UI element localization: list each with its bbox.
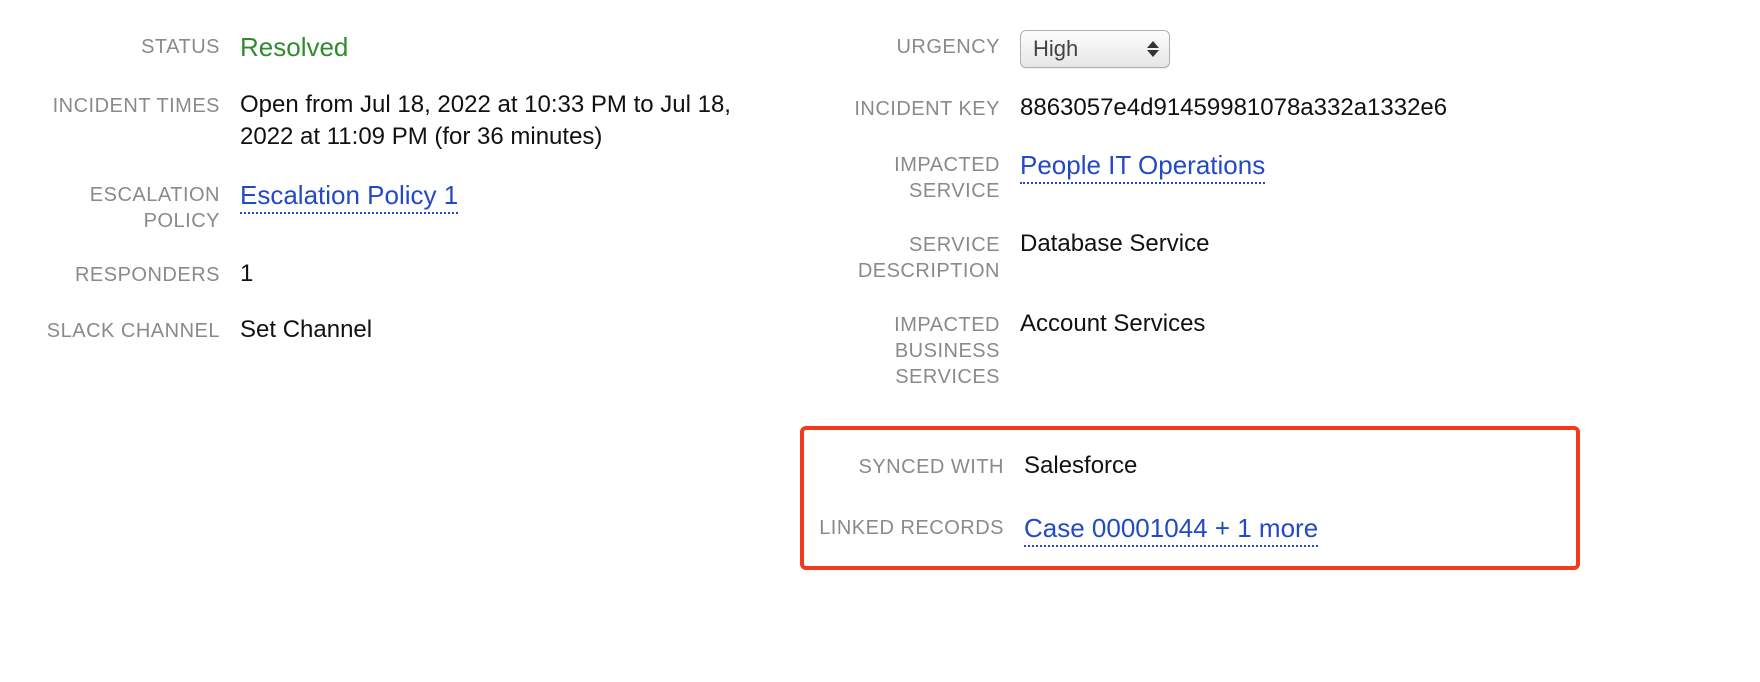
synced-with-row: SYNCED WITH Salesforce [804, 450, 1576, 482]
incident-key-value: 8863057e4d91459981078a332a1332e6 [1020, 92, 1580, 124]
incident-details: STATUS Resolved INCIDENT TIMES Open from… [0, 0, 1760, 600]
incident-times-value: Open from Jul 18, 2022 at 10:33 PM to Ju… [240, 89, 780, 154]
impacted-service-link[interactable]: People IT Operations [1020, 150, 1265, 184]
synced-highlight-box: SYNCED WITH Salesforce LINKED RECORDS Ca… [800, 426, 1580, 570]
incident-times-row: INCIDENT TIMES Open from Jul 18, 2022 at… [20, 89, 800, 154]
impacted-service-row: IMPACTED SERVICE People IT Operations [800, 148, 1580, 204]
responders-row: RESPONDERS 1 [20, 258, 800, 290]
urgency-value-cell: High [1020, 30, 1580, 68]
impacted-business-services-value: Account Services [1020, 308, 1580, 340]
urgency-select-value: High [1033, 34, 1137, 64]
escalation-policy-link[interactable]: Escalation Policy 1 [240, 180, 458, 214]
synced-with-value: Salesforce [1024, 450, 1576, 482]
incident-times-label: INCIDENT TIMES [20, 89, 240, 119]
slack-channel-label: SLACK CHANNEL [20, 314, 240, 344]
linked-records-label: LINKED RECORDS [804, 511, 1024, 541]
left-column: STATUS Resolved INCIDENT TIMES Open from… [20, 30, 800, 570]
slack-channel-row: SLACK CHANNEL Set Channel [20, 314, 800, 346]
status-label: STATUS [20, 30, 240, 60]
urgency-label: URGENCY [800, 30, 1020, 60]
right-column: URGENCY High INCIDENT KEY 8863057e4d9145… [800, 30, 1580, 570]
linked-records-row: LINKED RECORDS Case 00001044 + 1 more [804, 511, 1576, 546]
urgency-row: URGENCY High [800, 30, 1580, 68]
slack-channel-value[interactable]: Set Channel [240, 314, 800, 346]
linked-records-link[interactable]: Case 00001044 + 1 more [1024, 513, 1318, 547]
select-arrows-icon [1147, 41, 1159, 57]
impacted-service-label: IMPACTED SERVICE [800, 148, 1020, 204]
service-description-row: SERVICE DESCRIPTION Database Service [800, 228, 1580, 284]
escalation-policy-label: ESCALATION POLICY [20, 178, 240, 234]
service-description-value: Database Service [1020, 228, 1580, 260]
impacted-business-services-row: IMPACTED BUSINESS SERVICES Account Servi… [800, 308, 1580, 390]
responders-value: 1 [240, 258, 800, 290]
status-value: Resolved [240, 30, 800, 65]
escalation-policy-row: ESCALATION POLICY Escalation Policy 1 [20, 178, 800, 234]
incident-key-label: INCIDENT KEY [800, 92, 1020, 122]
impacted-business-services-label: IMPACTED BUSINESS SERVICES [800, 308, 1020, 390]
responders-label: RESPONDERS [20, 258, 240, 288]
synced-with-label: SYNCED WITH [804, 450, 1024, 480]
service-description-label: SERVICE DESCRIPTION [800, 228, 1020, 284]
urgency-select[interactable]: High [1020, 30, 1170, 68]
incident-key-row: INCIDENT KEY 8863057e4d91459981078a332a1… [800, 92, 1580, 124]
status-row: STATUS Resolved [20, 30, 800, 65]
